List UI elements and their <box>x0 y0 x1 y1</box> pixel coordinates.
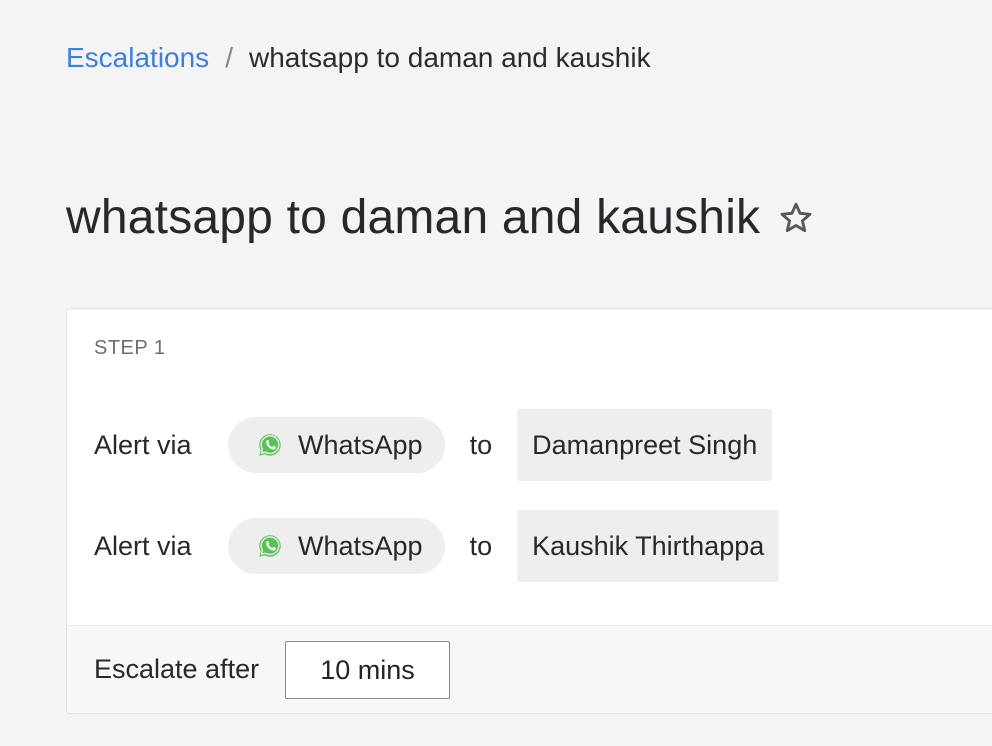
alert-rule-row: Alert via WhatsApp to Damanpreet Singh <box>94 409 773 481</box>
channel-label: WhatsApp <box>298 429 423 460</box>
escalate-delay-input[interactable] <box>285 641 450 699</box>
alert-via-label: Alert via <box>94 530 192 561</box>
recipient-chip[interactable]: Damanpreet Singh <box>517 409 773 481</box>
breadcrumb-current: whatsapp to daman and kaushik <box>248 42 651 73</box>
channel-label: WhatsApp <box>298 530 423 561</box>
escalate-after-label: Escalate after <box>94 654 260 684</box>
escalation-step-card: STEP 1 Alert via WhatsApp to Damanpreet … <box>66 308 992 714</box>
to-label: to <box>469 429 493 460</box>
breadcrumb-separator: / <box>225 42 233 73</box>
channel-pill-whatsapp[interactable]: WhatsApp <box>228 518 445 574</box>
breadcrumb-escalations-link[interactable]: Escalations <box>66 42 209 74</box>
whatsapp-icon <box>256 532 284 560</box>
to-label: to <box>469 530 493 561</box>
recipient-chip[interactable]: Kaushik Thirthappa <box>517 510 780 582</box>
step-label: STEP 1 <box>94 337 166 359</box>
alert-via-label: Alert via <box>94 429 192 460</box>
escalate-footer: Escalate after <box>67 625 992 713</box>
star-icon[interactable] <box>778 200 814 236</box>
channel-pill-whatsapp[interactable]: WhatsApp <box>228 417 445 473</box>
whatsapp-icon <box>256 431 284 459</box>
page-title: whatsapp to daman and kaushik <box>66 191 761 244</box>
title-row: whatsapp to daman and kaushik <box>66 190 814 245</box>
alert-rule-row: Alert via WhatsApp to Kaushik Thirthappa <box>94 510 780 582</box>
breadcrumb: Escalations / whatsapp to daman and kaus… <box>66 42 651 74</box>
